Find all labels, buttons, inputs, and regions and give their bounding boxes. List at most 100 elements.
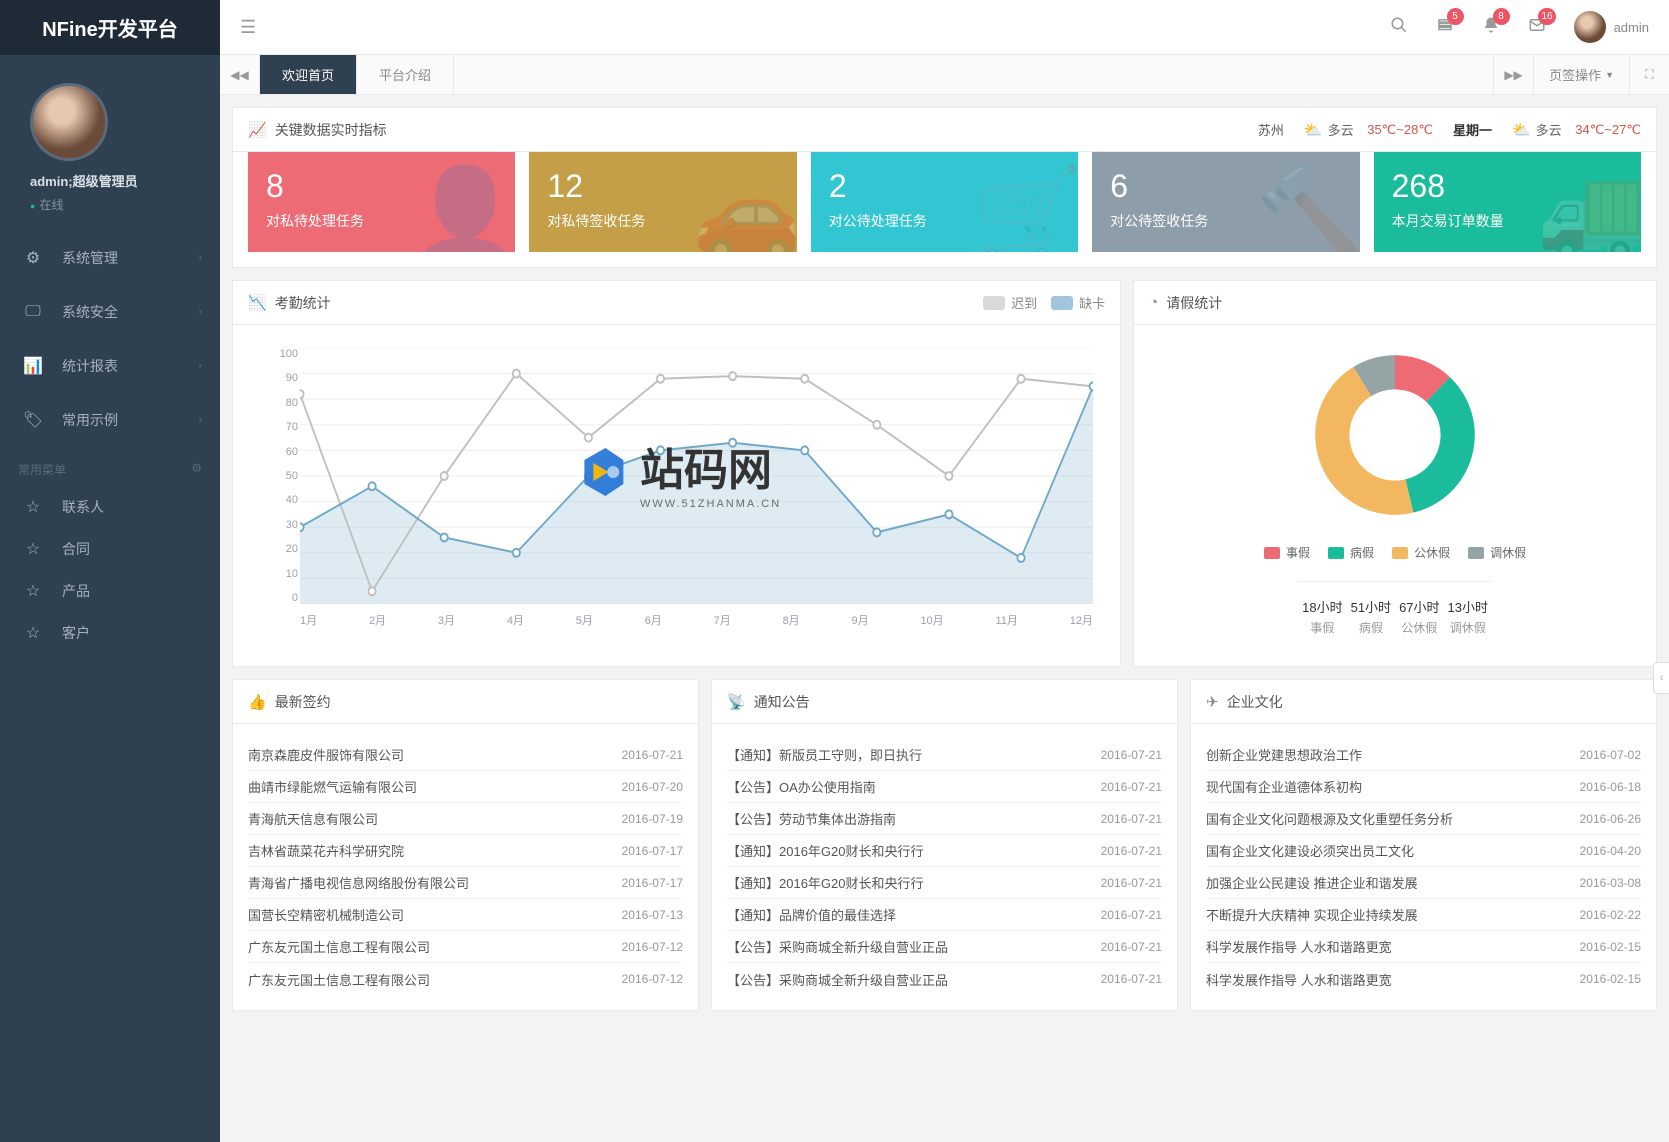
kpi-panel: 📈关键数据实时指标 苏州 多云 35℃~28℃ 星期一 多云 34℃~27℃ 8… [232,107,1657,268]
legend-miss[interactable]: 缺卡 [1051,293,1105,312]
list-item[interactable]: 【公告】采购商城全新升级自营业正品2016-07-21 [727,963,1162,995]
list-item[interactable]: 国营长空精密机械制造公司2016-07-13 [248,899,683,931]
nav-label: 统计报表 [62,356,198,376]
subnav-products[interactable]: ☆产品 [0,570,220,612]
chart-legend: 事假 病假 公休假 调休假 [1264,544,1526,561]
panel-title: 通知公告 [754,692,810,712]
nav-examples[interactable]: 🏷常用示例› [0,393,220,447]
nav-label: 系统安全 [62,302,198,322]
chevron-right-icon: › [198,360,202,372]
nav-system-security[interactable]: 🖵系统安全› [0,285,220,339]
list-item[interactable]: 【通知】品牌价值的最佳选择2016-07-21 [727,899,1162,931]
avatar[interactable] [30,83,108,161]
list-item[interactable]: 【公告】采购商城全新升级自营业正品2016-07-21 [727,931,1162,963]
list-item[interactable]: 【公告】劳动节集体出游指南2016-07-21 [727,803,1162,835]
user-name: admin;超级管理员 [30,171,220,190]
culture-panel: ✈企业文化 创新企业党建思想政治工作2016-07-02现代国有企业道德体系初构… [1190,679,1657,1011]
tab-scroll-left[interactable]: ◀◀ [220,55,260,94]
flag-icon[interactable]: 5 [1436,16,1454,39]
nav-system-manage[interactable]: ⚙系统管理› [0,231,220,285]
cart-icon: 🛒 [974,162,1079,252]
subnav-contracts[interactable]: ☆ 合同 [0,528,220,570]
line-chart-icon: 📈 [248,121,267,139]
legend-item[interactable]: 公休假 [1392,544,1450,561]
list-item[interactable]: 吉林省蔬菜花卉科学研究院2016-07-17 [248,835,683,867]
notices-panel: 📡通知公告 【通知】新版员工守则，即日执行2016-07-21【公告】OA办公使… [711,679,1178,1011]
kpi-card[interactable]: 268本月交易订单数量🚚 [1374,152,1641,252]
nav-label: 客户 [62,623,202,643]
list-item[interactable]: 青海省广播电视信息网络股份有限公司2016-07-17 [248,867,683,899]
menu-section-title: 常用菜单 ⚙ [0,447,220,486]
subnav-contacts[interactable]: ☆联系人 [0,486,220,528]
list-item[interactable]: 广东友元国土信息工程有限公司2016-07-12 [248,963,683,995]
list-item[interactable]: 南京森鹿皮件服饰有限公司2016-07-21 [248,739,683,771]
attendance-panel: 📉考勤统计 迟到 缺卡 0102030405060708090100 1月2月3… [232,280,1121,667]
truck-icon: 🚚 [1536,162,1641,252]
list-item[interactable]: 青海航天信息有限公司2016-07-19 [248,803,683,835]
list-item[interactable]: 【公告】OA办公使用指南2016-07-21 [727,771,1162,803]
thumbs-up-icon: 👍 [248,693,267,711]
nav-label: 常用示例 [62,410,198,430]
main-area: ☰ 5 8 16 admin ◀◀ [220,0,1669,1142]
user-name-label: admin [1614,20,1649,35]
tab-home[interactable]: 欢迎首页 [260,55,357,94]
list-item[interactable]: 曲靖市绿能燃气运输有限公司2016-07-20 [248,771,683,803]
chart-legend: 迟到 缺卡 [983,293,1105,312]
list-item[interactable]: 广东友元国土信息工程有限公司2016-07-12 [248,931,683,963]
star-icon: ☆ [22,623,44,643]
kpi-card[interactable]: 6对公待签收任务🔨 [1092,152,1359,252]
chevron-right-icon: › [198,306,202,318]
nav-reports[interactable]: 📊 统计报表› [0,339,220,393]
legend-item[interactable]: 病假 [1328,544,1374,561]
tag-icon: 🏷 [22,410,44,430]
list-item[interactable]: 【通知】2016年G20财长和央行行2016-07-21 [727,867,1162,899]
subnav-customers[interactable]: ☆ 客户 [0,612,220,654]
nav-label: 合同 [62,539,202,559]
list-item[interactable]: 不断提升大庆精神 实现企业持续发展2016-02-22 [1206,899,1641,931]
legend-item[interactable]: 调休假 [1468,544,1526,561]
avatar [1574,11,1606,43]
legend-late[interactable]: 迟到 [983,293,1037,312]
legend-item[interactable]: 事假 [1264,544,1310,561]
list-item[interactable]: 现代国有企业道德体系初构2016-06-18 [1206,771,1641,803]
kpi-card[interactable]: 12对私待签收任务🚗 [529,152,796,252]
tab-scroll-right[interactable]: ▶▶ [1493,55,1533,94]
stat-cell: 13小时调休假 [1444,582,1492,651]
search-icon[interactable] [1390,16,1408,39]
gear-icon[interactable]: ⚙ [191,461,202,478]
kpi-card[interactable]: 2对公待处理任务🛒 [811,152,1078,252]
chart-icon: 📊 [22,356,44,376]
list-item[interactable]: 国有企业文化问题根源及文化重塑任务分析2016-06-26 [1206,803,1641,835]
side-drawer-toggle[interactable]: ‹ [1653,662,1669,694]
tab-operations[interactable]: 页签操作▼ [1533,55,1629,94]
paper-plane-icon: ✈ [1206,693,1219,711]
sidebar: NFine开发平台 admin;超级管理员 在线 ⚙系统管理› 🖵系统安全› 📊… [0,0,220,1142]
panel-title: 考勤统计 [275,293,331,313]
mail-icon[interactable]: 16 [1528,16,1546,39]
star-icon: ☆ [22,581,44,601]
leave-stats: 18小时事假51小时病假67小时公休假13小时调休假 [1298,581,1492,651]
chevron-right-icon: › [198,252,202,264]
menu-toggle-icon[interactable]: ☰ [240,17,256,38]
tab-about[interactable]: 平台介绍 [357,55,454,94]
fullscreen-icon[interactable]: ⛶ [1629,55,1669,94]
bell-icon[interactable]: 8 [1482,16,1500,39]
weather-tomorrow: 多云 34℃~27℃ [1512,120,1641,139]
topbar: ☰ 5 8 16 admin [220,0,1669,55]
panel-title: 关键数据实时指标 [275,120,387,140]
list-item[interactable]: 【通知】新版员工守则，即日执行2016-07-21 [727,739,1162,771]
list-item[interactable]: 创新企业党建思想政治工作2016-07-02 [1206,739,1641,771]
list-item[interactable]: 国有企业文化建设必须突出员工文化2016-04-20 [1206,835,1641,867]
kpi-card[interactable]: 8对私待处理任务👤 [248,152,515,252]
star-icon: ☆ [22,539,44,559]
list-item[interactable]: 加强企业公民建设 推进企业和谐发展2016-03-08 [1206,867,1641,899]
stat-cell: 18小时事假 [1298,582,1346,651]
pie-chart-icon: ◔ [1149,294,1158,311]
list-item[interactable]: 【通知】2016年G20财长和央行行2016-07-21 [727,835,1162,867]
user-menu[interactable]: admin [1574,11,1649,43]
gavel-icon: 🔨 [1255,162,1360,252]
list-item[interactable]: 科学发展作指导 人水和谐路更宽2016-02-15 [1206,963,1641,995]
list-item[interactable]: 科学发展作指导 人水和谐路更宽2016-02-15 [1206,931,1641,963]
leave-panel: ◔请假统计 事假病假公休假调休假 18小时事假51小时病假67小时公休假13小时… [1133,280,1657,667]
main-nav: ⚙系统管理› 🖵系统安全› 📊统计报表› 🏷常用示例› [0,231,220,447]
